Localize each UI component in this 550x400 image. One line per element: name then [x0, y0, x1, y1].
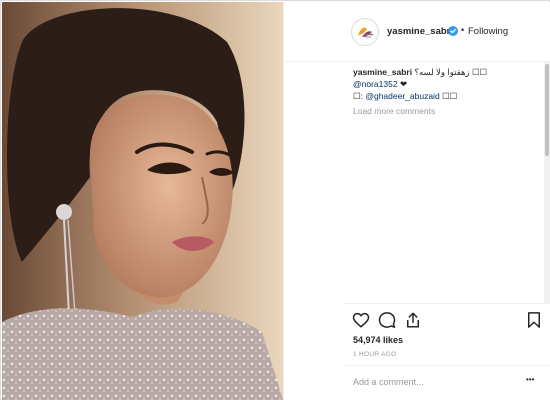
post-window: yasmine_sabri • Following yasmine_sabri …: [0, 0, 550, 400]
scrollbar-thumb[interactable]: [545, 64, 549, 156]
likes-count[interactable]: 54,974 likes: [353, 335, 403, 345]
heart-emoji: ❤: [399, 79, 408, 89]
mention-link[interactable]: @nora1352: [353, 79, 398, 89]
header-separator: •: [461, 25, 465, 35]
caption-line-3: ☐: @ghadeer_abuzaid ☐☐: [353, 91, 457, 102]
caption-line-3-prefix: ☐:: [353, 91, 366, 101]
comment-divider: [343, 365, 550, 366]
portrait-illustration: [2, 2, 283, 400]
share-icon[interactable]: [404, 311, 422, 329]
bookmark-icon[interactable]: [525, 311, 543, 329]
brand-logo-icon[interactable]: [351, 18, 379, 46]
add-comment-input[interactable]: [353, 375, 513, 389]
mention-link[interactable]: @ghadeer_abuzaid: [365, 91, 439, 101]
heart-icon[interactable]: [352, 311, 370, 329]
caption-line-1: yasmine_sabri زهقتوا ولا لسه؟ ☐☐: [353, 67, 487, 78]
more-options-icon[interactable]: •••: [526, 375, 534, 384]
comment-icon[interactable]: [378, 311, 396, 329]
load-more-comments-button[interactable]: Load more comments: [353, 106, 435, 116]
actions-divider: [343, 303, 550, 304]
post-timestamp[interactable]: 1 HOUR AGO: [353, 351, 396, 358]
header-username[interactable]: yasmine_sabri: [387, 26, 453, 37]
caption-text: زهقتوا ولا لسه؟ ☐☐: [414, 67, 488, 77]
caption-line-3-suffix: ☐☐: [439, 91, 458, 101]
caption-username[interactable]: yasmine_sabri: [353, 67, 412, 77]
following-button[interactable]: Following: [468, 26, 508, 37]
header-divider: [284, 61, 550, 62]
caption-line-2: @nora1352 ❤: [353, 79, 407, 90]
verified-badge-icon: [448, 26, 458, 36]
post-photo[interactable]: [2, 2, 283, 400]
